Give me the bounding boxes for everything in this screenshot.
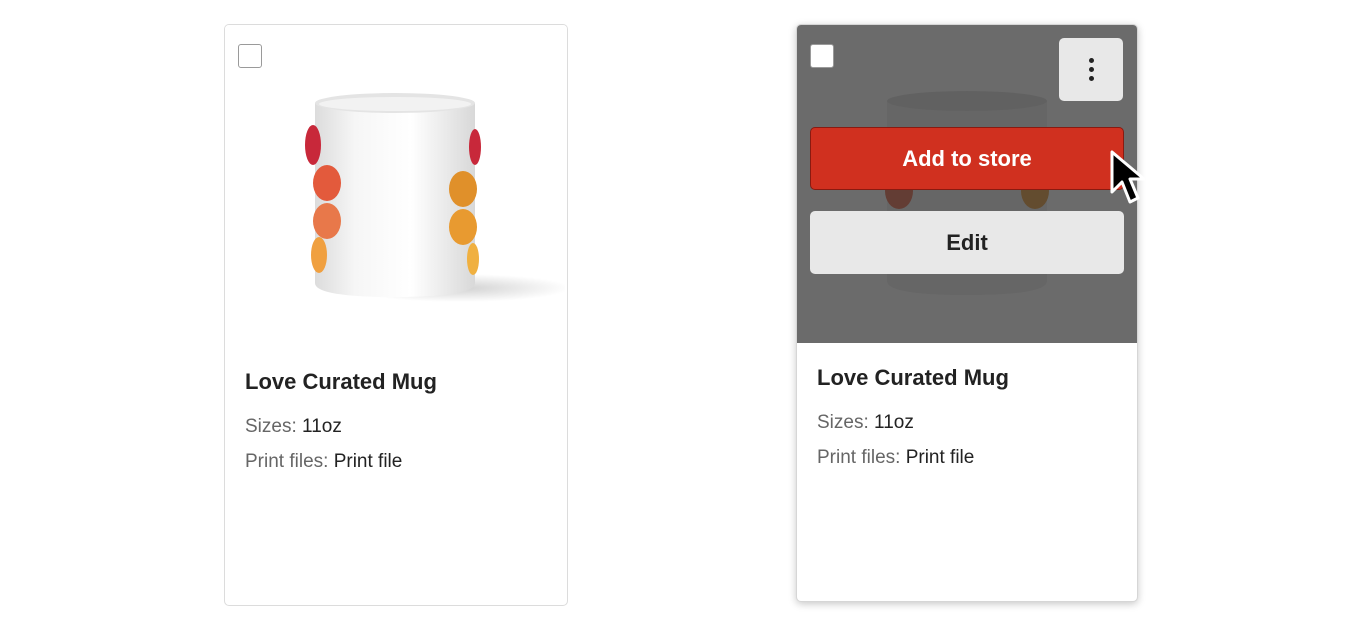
more-options-button[interactable]: [1059, 38, 1123, 101]
vertical-ellipsis-icon-dot: [1088, 67, 1094, 72]
mouse-pointer-icon: [1110, 150, 1146, 204]
edit-button[interactable]: Edit: [810, 211, 1124, 274]
print-files-value: Print file: [333, 451, 403, 472]
print-files-row: Print files: Print file: [245, 450, 437, 474]
print-files-label: Print files:: [817, 447, 901, 468]
select-checkbox[interactable]: [810, 44, 834, 68]
print-files-value: Print file: [905, 447, 975, 468]
select-checkbox[interactable]: [238, 44, 262, 68]
sizes-row: Sizes: 11oz: [245, 415, 437, 439]
sizes-row: Sizes: 11oz: [817, 411, 1009, 435]
product-card-hovered[interactable]: Add to store Edit Love Curated Mug Sizes…: [796, 24, 1138, 602]
print-files-row: Print files: Print file: [817, 446, 1009, 470]
product-info: Love Curated Mug Sizes: 11oz Print files…: [245, 367, 437, 485]
add-to-store-button[interactable]: Add to store: [810, 127, 1124, 190]
print-files-label: Print files:: [245, 451, 329, 472]
product-title: Love Curated Mug: [245, 369, 437, 394]
vertical-ellipsis-icon-dot: [1088, 76, 1094, 81]
product-title: Love Curated Mug: [817, 365, 1009, 390]
mug-product-image: [305, 93, 565, 302]
product-card[interactable]: Love Curated Mug Sizes: 11oz Print files…: [224, 24, 568, 606]
vertical-ellipsis-icon: [1088, 58, 1094, 63]
sizes-label: Sizes:: [817, 412, 869, 433]
sizes-label: Sizes:: [245, 416, 297, 437]
product-image-area[interactable]: Add to store Edit: [797, 25, 1137, 343]
product-info: Love Curated Mug Sizes: 11oz Print files…: [817, 363, 1009, 481]
product-image-area[interactable]: [225, 25, 567, 343]
sizes-value: 11oz: [874, 412, 914, 433]
sizes-value: 11oz: [302, 416, 342, 437]
